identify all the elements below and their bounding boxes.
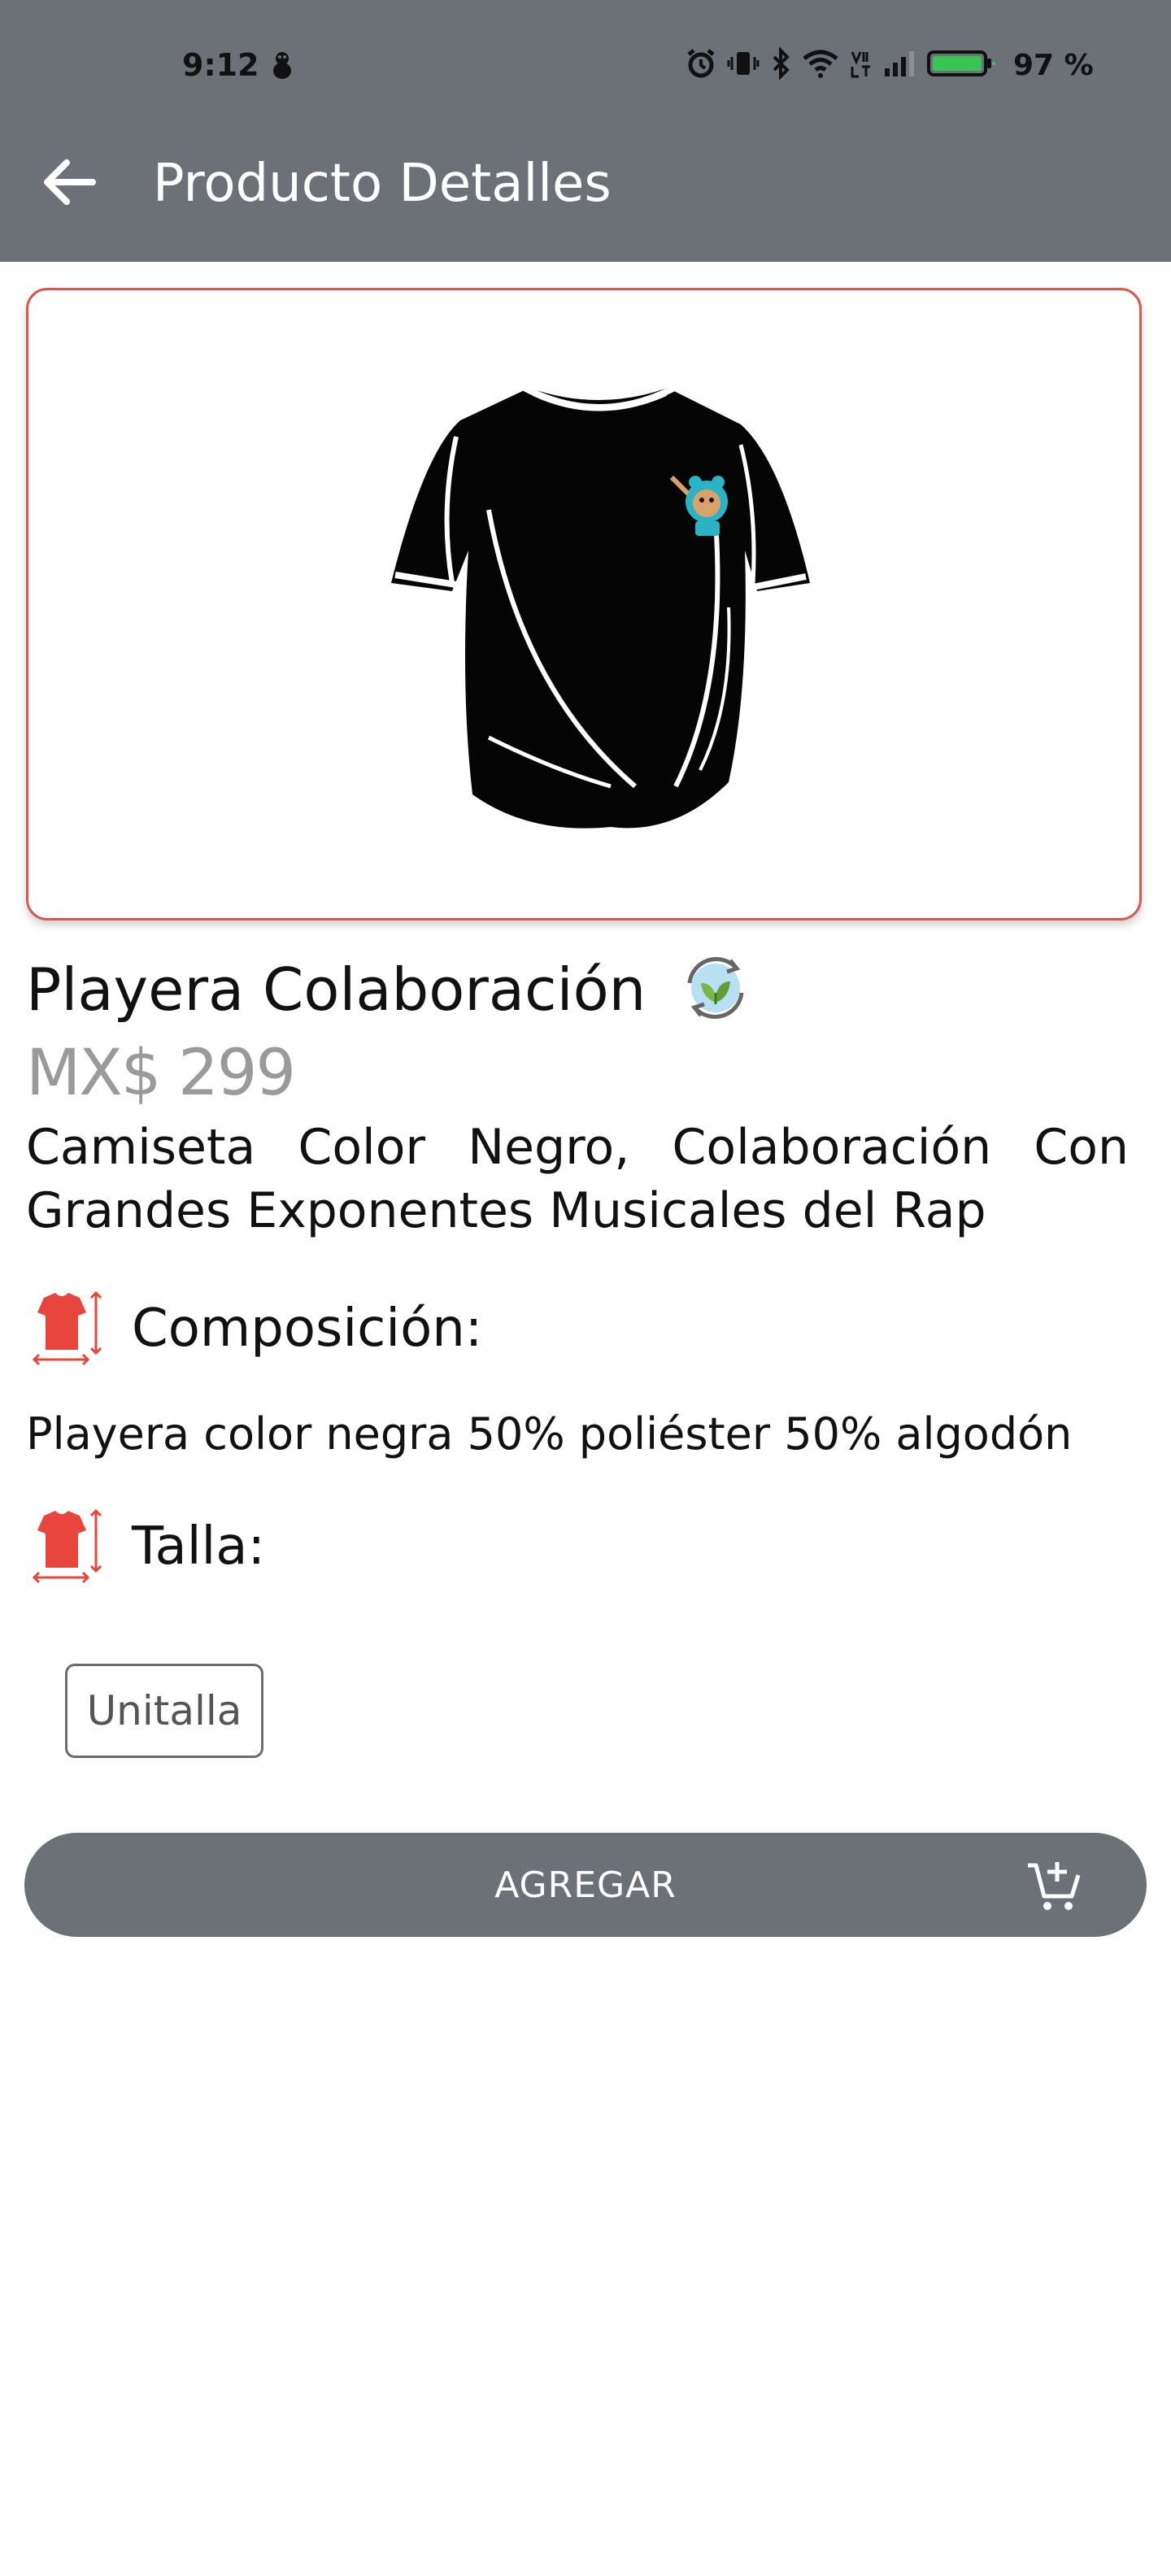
size-option-unitalla[interactable]: Unitalla — [65, 1664, 263, 1758]
battery-percent: 97 % — [1013, 48, 1094, 82]
add-button-label: AGREGAR — [494, 1864, 677, 1906]
add-to-cart-icon — [1025, 1857, 1083, 1919]
eco-leaf-icon — [678, 951, 753, 1029]
notification-icon — [268, 49, 296, 85]
alarm-icon — [685, 47, 717, 83]
battery-icon — [927, 47, 995, 83]
volte-icon — [849, 47, 873, 83]
tshirt-size-icon — [26, 1506, 107, 1587]
page-title: Producto Detalles — [153, 154, 612, 214]
tshirt-size-icon — [26, 1288, 107, 1369]
product-price: MX$ 299 — [26, 1037, 296, 1110]
app-bar: 9:12 97 % Producto Detalles — [0, 0, 1171, 262]
status-icons: 97 % — [685, 46, 1094, 83]
product-title: Playera Colaboración — [26, 955, 646, 1024]
product-description: Camiseta Color Negro, Colaboración Con G… — [26, 1119, 1129, 1239]
add-to-cart-button[interactable]: AGREGAR — [24, 1833, 1147, 1937]
black-tshirt-image — [391, 383, 810, 829]
back-button[interactable] — [36, 148, 104, 216]
bluetooth-icon — [769, 46, 792, 83]
composition-header: Composición: — [26, 1288, 482, 1369]
composition-text: Playera color negra 50% poliéster 50% al… — [26, 1408, 1073, 1460]
signal-icon — [883, 47, 917, 83]
size-header: Talla: — [26, 1506, 265, 1587]
product-image-card — [26, 288, 1142, 920]
size-label: Talla: — [132, 1516, 266, 1577]
wifi-icon — [802, 47, 839, 83]
vibrate-icon — [727, 47, 760, 83]
status-time: 9:12 — [182, 47, 259, 83]
product-title-row: Playera Colaboración — [26, 945, 753, 1034]
arrow-back-icon — [44, 159, 96, 205]
composition-label: Composición: — [132, 1299, 483, 1359]
